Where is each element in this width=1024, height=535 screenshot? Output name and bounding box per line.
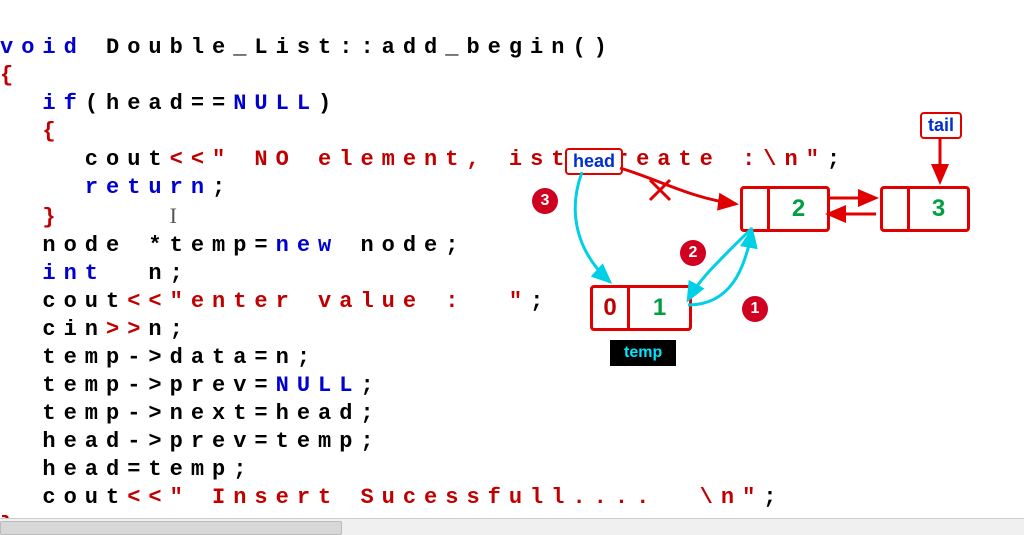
stmt-cin: cin: [0, 317, 106, 342]
node-3-prev: [883, 189, 910, 229]
kw-void: void: [0, 35, 85, 60]
kw-null: NULL: [233, 91, 318, 116]
stmt-temp-prev: temp->prev=: [0, 373, 276, 398]
expr-head: (head==: [85, 91, 233, 116]
op-stream: <<: [127, 289, 169, 314]
linked-list-diagram: head tail 2 3 0 1 temp 3 2 1: [520, 110, 1020, 370]
node-2: 2: [740, 186, 830, 232]
node-2-prev: [743, 189, 770, 229]
temp-label: temp: [610, 340, 676, 366]
indent: [0, 175, 85, 200]
kw-return: return: [85, 175, 212, 200]
scrollbar-thumb[interactable]: [0, 521, 342, 535]
kw-if: if: [42, 91, 84, 116]
op-stream-in: >>: [106, 317, 148, 342]
node-3: 3: [880, 186, 970, 232]
stmt-cout: cout: [0, 147, 170, 172]
brace-open: {: [0, 63, 21, 88]
stmt-cout3: cout: [0, 485, 127, 510]
head-label: head: [565, 148, 623, 175]
str-success: " Insert Sucessfull.... \n": [170, 485, 764, 510]
kw-null2: NULL: [276, 373, 361, 398]
kw-int: int: [42, 261, 106, 286]
semi: ;: [360, 373, 381, 398]
brace-close-inner: }: [0, 205, 64, 230]
stmt-cout2: cout: [0, 289, 127, 314]
semi: ;: [212, 175, 233, 200]
node-temp: 0 1: [590, 285, 692, 331]
fn-sig: Double_List::add_begin(): [85, 35, 615, 60]
decl-n: n;: [106, 261, 191, 286]
stmt-node-temp2: node;: [339, 233, 466, 258]
op-stream: <<: [127, 485, 169, 510]
op-stream: <<: [170, 147, 212, 172]
node-temp-value: 1: [630, 288, 689, 328]
tail-label: tail: [920, 112, 962, 139]
node-3-value: 3: [910, 189, 967, 229]
stmt-head-prev: head->prev=temp;: [0, 429, 382, 454]
stmt-head-assign: head=temp;: [0, 457, 254, 482]
indent: [0, 261, 42, 286]
node-2-value: 2: [770, 189, 827, 229]
stmt-node-temp: node *temp=: [0, 233, 276, 258]
indent: [0, 91, 42, 116]
semi: ;: [763, 485, 784, 510]
kw-new: new: [276, 233, 340, 258]
brace-open-inner: {: [0, 119, 64, 144]
horizontal-scrollbar[interactable]: [0, 518, 1024, 535]
step-1: 1: [742, 296, 768, 322]
node-temp-prev: 0: [593, 288, 630, 328]
paren-close: ): [318, 91, 339, 116]
str-enter: "enter value : ": [170, 289, 530, 314]
step-2: 2: [680, 240, 706, 266]
step-3: 3: [532, 188, 558, 214]
cin-n: n;: [148, 317, 190, 342]
stmt-temp-next: temp->next=head;: [0, 401, 382, 426]
stmt-temp-data: temp->data=n;: [0, 345, 318, 370]
text-cursor-icon: I: [170, 202, 177, 230]
